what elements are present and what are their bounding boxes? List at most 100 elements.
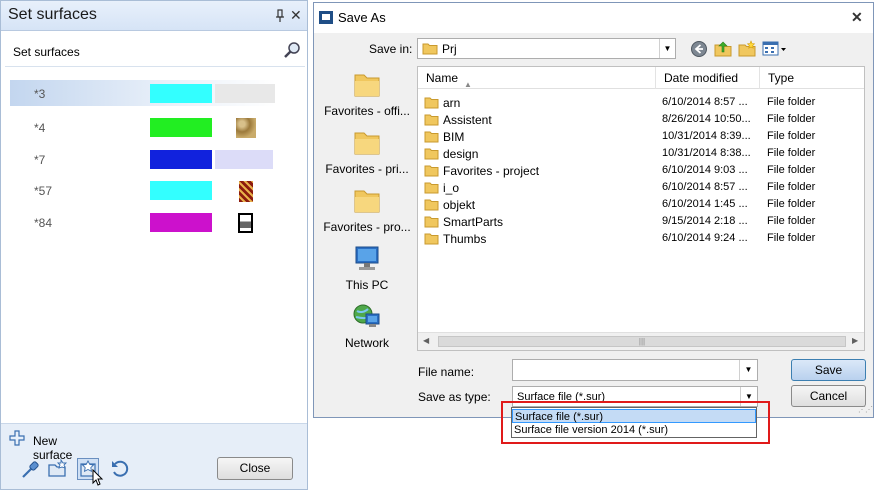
pin-icon[interactable] (275, 9, 285, 23)
close-icon[interactable]: ✕ (290, 7, 302, 24)
highlight-annotation (501, 401, 770, 444)
file-type: File folder (767, 113, 816, 125)
file-type: File folder (767, 215, 816, 227)
file-date: 6/10/2014 8:57 ... (662, 96, 748, 108)
new-folder-icon[interactable] (738, 40, 756, 58)
place-network[interactable]: Network (320, 302, 414, 358)
file-type: File folder (767, 130, 816, 142)
file-row[interactable]: design 10/31/2014 8:38... File folder (418, 145, 864, 162)
close-icon[interactable]: ✕ (851, 9, 863, 26)
folder-icon (353, 186, 381, 214)
column-date-modified[interactable]: Date modified (656, 67, 760, 89)
surface-row[interactable]: *4 (10, 114, 276, 140)
surface-color-swatch[interactable] (150, 84, 212, 103)
dialog-title: Save As (338, 10, 386, 25)
file-row[interactable]: Assistent 8/26/2014 10:50... File folder (418, 111, 864, 128)
save-as-type-label: Save as type: (418, 390, 491, 404)
undo-icon[interactable] (109, 458, 131, 480)
place-favorites-private[interactable]: Favorites - pri... (320, 128, 414, 184)
file-name: i_o (443, 181, 460, 195)
file-list: Name ▲ Date modified Type arn 6/10/2014 8… (417, 66, 865, 351)
surface-texture-thumbnail[interactable] (215, 84, 275, 103)
file-name: design (443, 147, 479, 161)
surface-label: *3 (34, 87, 46, 101)
save-in-value: Prj (442, 42, 457, 56)
computer-icon (353, 244, 381, 272)
panel-title: Set surfaces (8, 6, 97, 23)
chevron-down-icon[interactable]: ▼ (739, 360, 757, 380)
search-icon[interactable] (283, 41, 301, 59)
file-date: 6/10/2014 1:45 ... (662, 198, 748, 210)
scroll-right-icon[interactable]: ▶ (852, 336, 858, 345)
surface-color-swatch[interactable] (150, 118, 212, 137)
file-row[interactable]: objekt 6/10/2014 1:45 ... File folder (418, 196, 864, 213)
file-type: File folder (767, 198, 816, 210)
surface-color-swatch[interactable] (150, 213, 212, 232)
network-icon (353, 302, 381, 330)
folder-icon (424, 164, 439, 180)
horizontal-scrollbar[interactable]: ◀ ||| ▶ (418, 332, 864, 350)
surface-label: *4 (34, 121, 46, 135)
place-this-pc[interactable]: This PC (320, 244, 414, 300)
back-icon[interactable] (690, 40, 708, 58)
surface-color-swatch[interactable] (150, 150, 212, 169)
save-button[interactable]: Save (791, 359, 866, 381)
file-name-label: File name: (418, 365, 475, 379)
resize-grip-icon[interactable]: ⋰⋰ (858, 405, 873, 414)
open-folder-icon[interactable] (47, 458, 69, 480)
file-list-header: Name ▲ Date modified Type (418, 67, 864, 89)
file-row[interactable]: Favorites - project 6/10/2014 9:03 ... Fil… (418, 162, 864, 179)
file-row[interactable]: SmartParts 9/15/2014 2:18 ... File folder (418, 213, 864, 230)
file-name-input[interactable] (512, 359, 758, 381)
scroll-left-icon[interactable]: ◀ (423, 336, 429, 345)
surface-texture-thumbnail[interactable] (236, 118, 256, 138)
file-date: 6/10/2014 8:57 ... (662, 181, 748, 193)
file-date: 6/10/2014 9:03 ... (662, 164, 748, 176)
surface-texture-thumbnail[interactable] (238, 213, 253, 233)
scrollbar-thumb[interactable]: ||| (438, 336, 846, 347)
set-surfaces-panel: Set surfaces ✕ Set surfaces *3 *4 *7 *57 *84… (0, 0, 308, 490)
column-type[interactable]: Type (760, 67, 864, 89)
place-favorites-project[interactable]: Favorites - pro... (320, 186, 414, 242)
folder-icon (424, 181, 439, 197)
save-as-dialog: Save As ✕ Save in: Prj ▼ Favorites - off… (313, 2, 874, 418)
chevron-down-icon[interactable]: ▼ (659, 39, 675, 58)
view-menu-icon[interactable] (762, 40, 788, 58)
file-name: arn (443, 96, 461, 110)
surface-row[interactable]: *57 (10, 177, 276, 203)
file-row[interactable]: Thumbs 6/10/2014 9:24 ... File folder (418, 230, 864, 247)
save-in-dropdown[interactable]: Prj ▼ (417, 38, 676, 59)
surface-texture-thumbnail[interactable] (239, 181, 253, 202)
surface-color-swatch[interactable] (150, 181, 212, 200)
file-type: File folder (767, 96, 816, 108)
file-row[interactable]: BIM 10/31/2014 8:39... File folder (418, 128, 864, 145)
cancel-button[interactable]: Cancel (791, 385, 866, 407)
app-icon (319, 11, 333, 24)
panel-footer: New surface Close (1, 423, 307, 489)
file-type: File folder (767, 232, 816, 244)
save-in-label: Save in: (369, 42, 413, 56)
file-name: Assistent (443, 113, 492, 127)
file-name: Favorites - project (443, 164, 540, 178)
folder-icon (353, 128, 381, 156)
up-folder-icon[interactable] (714, 40, 732, 58)
file-type: File folder (767, 181, 816, 193)
surfaces-header: Set surfaces (5, 35, 305, 67)
file-row[interactable]: arn 6/10/2014 8:57 ... File folder (418, 94, 864, 111)
sort-up-icon: ▲ (464, 80, 472, 89)
save-star-icon[interactable] (77, 458, 104, 486)
column-name[interactable]: Name ▲ (418, 67, 656, 89)
close-button[interactable]: Close (217, 457, 293, 480)
surface-texture-thumbnail[interactable] (215, 150, 273, 169)
folder-icon (353, 70, 381, 98)
surface-row[interactable]: *84 (10, 209, 276, 235)
file-row[interactable]: i_o 6/10/2014 8:57 ... File folder (418, 179, 864, 196)
folder-icon (422, 42, 438, 58)
surface-row[interactable]: *7 (10, 146, 276, 172)
surfaces-header-label: Set surfaces (13, 45, 80, 59)
eyedropper-icon[interactable] (19, 458, 41, 480)
place-favorites-office[interactable]: Favorites - offi... (320, 70, 414, 126)
folder-icon (424, 96, 439, 112)
surface-row[interactable]: *3 (10, 80, 276, 106)
panel-title-bar: Set surfaces ✕ (1, 1, 307, 31)
